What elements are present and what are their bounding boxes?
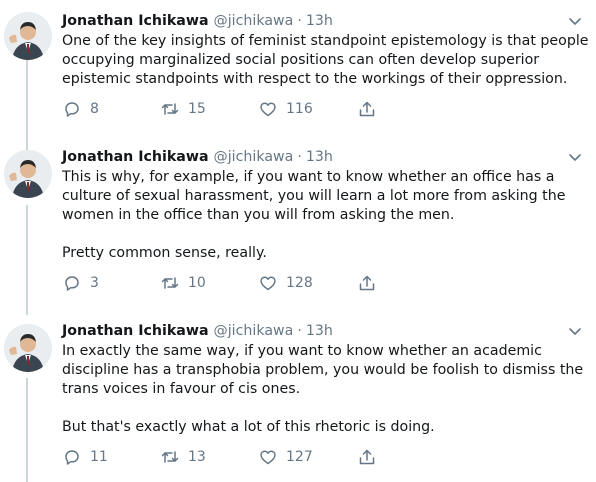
tweet-text: In exactly the same way, if you want to … [62, 342, 592, 437]
tweet-paragraph: This is why, for example, if you want to… [62, 169, 566, 223]
like-button[interactable]: 116 [258, 98, 313, 120]
tweet[interactable]: Jonathan Ichikawa @jichikawa · 13h This … [0, 146, 596, 306]
tweet[interactable]: Jonathan Ichikawa @jichikawa · 13h In ex… [0, 320, 596, 480]
avatar[interactable] [4, 12, 52, 60]
avatar[interactable] [4, 324, 52, 372]
like-count: 127 [286, 449, 313, 465]
author-name[interactable]: Jonathan Ichikawa [62, 149, 209, 165]
chevron-down-icon[interactable] [567, 13, 583, 29]
retweet-count: 13 [188, 449, 206, 465]
share-button[interactable] [357, 98, 377, 120]
share-button[interactable] [357, 446, 377, 468]
chevron-down-icon[interactable] [567, 149, 583, 165]
separator: · [297, 149, 302, 165]
share-icon [359, 449, 375, 465]
heart-icon [260, 102, 276, 117]
share-button[interactable] [357, 272, 377, 294]
retweet-icon [161, 103, 179, 115]
heart-icon [260, 450, 276, 465]
tweet-text: One of the key insights of feminist stan… [62, 32, 592, 89]
tweet[interactable]: Jonathan Ichikawa @jichikawa · 13h One o… [0, 10, 596, 130]
tweet-paragraph: Pretty common sense, really. [62, 245, 267, 261]
separator: · [297, 13, 302, 29]
reply-button[interactable]: 11 [62, 446, 108, 468]
like-count: 116 [286, 101, 313, 117]
timestamp[interactable]: 13h [306, 149, 333, 165]
timestamp[interactable]: 13h [306, 323, 333, 339]
timestamp[interactable]: 13h [306, 13, 333, 29]
tweet-paragraph: One of the key insights of feminist stan… [62, 33, 589, 87]
reply-icon [65, 276, 79, 291]
reply-count: 8 [90, 101, 99, 117]
separator: · [297, 323, 302, 339]
share-icon [359, 101, 375, 117]
reply-icon [65, 102, 79, 117]
reply-count: 3 [90, 275, 99, 291]
tweet-paragraph: But that's exactly what a lot of this rh… [62, 419, 435, 435]
retweet-count: 15 [188, 101, 206, 117]
retweet-count: 10 [188, 275, 206, 291]
reply-count: 11 [90, 449, 108, 465]
reply-icon [65, 450, 79, 465]
author-handle[interactable]: @jichikawa [214, 149, 294, 165]
author-name[interactable]: Jonathan Ichikawa [62, 13, 209, 29]
tweet-text: This is why, for example, if you want to… [62, 168, 592, 263]
retweet-button[interactable]: 15 [160, 98, 206, 120]
like-count: 128 [286, 275, 313, 291]
author-handle[interactable]: @jichikawa [214, 13, 294, 29]
like-button[interactable]: 128 [258, 272, 313, 294]
heart-icon [260, 276, 276, 291]
share-icon [359, 275, 375, 291]
avatar[interactable] [4, 150, 52, 198]
reply-button[interactable]: 3 [62, 272, 99, 294]
retweet-icon [161, 451, 179, 463]
retweet-button[interactable]: 13 [160, 446, 206, 468]
chevron-down-icon[interactable] [567, 323, 583, 339]
retweet-button[interactable]: 10 [160, 272, 206, 294]
author-name[interactable]: Jonathan Ichikawa [62, 323, 209, 339]
reply-button[interactable]: 8 [62, 98, 99, 120]
retweet-icon [161, 277, 179, 289]
like-button[interactable]: 127 [258, 446, 313, 468]
author-handle[interactable]: @jichikawa [214, 323, 294, 339]
tweet-actions: 8 15 116 [62, 98, 392, 120]
tweet-paragraph: In exactly the same way, if you want to … [62, 343, 584, 397]
tweet-actions: 3 10 128 [62, 272, 392, 294]
tweet-actions: 11 13 127 [62, 446, 392, 468]
